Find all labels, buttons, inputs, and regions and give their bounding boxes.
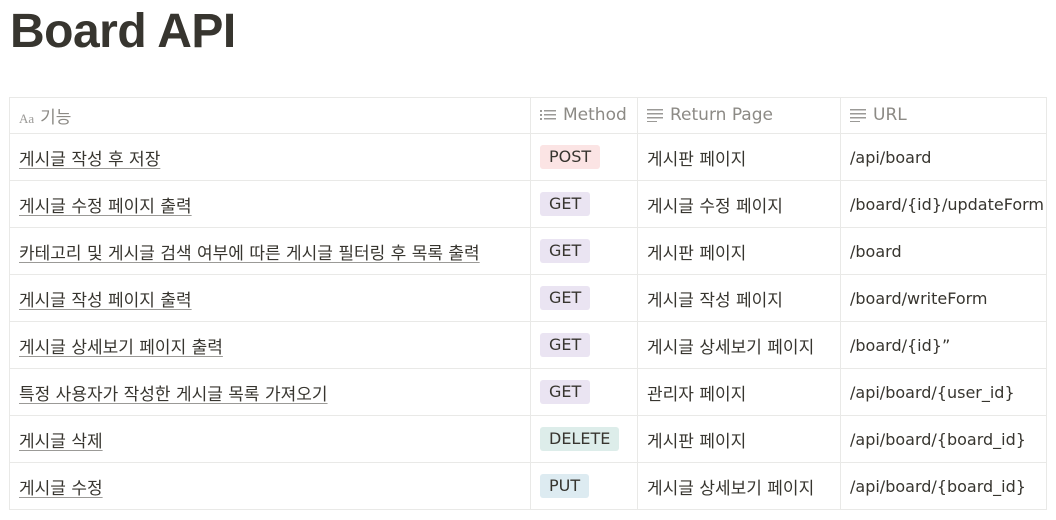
url-cell[interactable]: /board/{id}” xyxy=(840,321,1047,369)
return-page-cell[interactable]: 게시판 페이지 xyxy=(637,415,841,463)
method-tag: GET xyxy=(540,286,591,310)
feature-link[interactable]: 게시글 상세보기 페이지 출력 xyxy=(19,338,223,358)
column-header-return-page[interactable]: Return Page xyxy=(637,97,841,134)
text-lines-icon xyxy=(850,107,866,127)
method-cell[interactable]: GET xyxy=(530,321,638,369)
method-cell[interactable]: DELETE xyxy=(530,415,638,463)
method-cell[interactable]: GET xyxy=(530,368,638,416)
api-table: Aa 기능 Method Return Page URL 게시글 작성 후 저장… xyxy=(9,97,1047,510)
text-lines-icon xyxy=(647,107,663,127)
method-cell[interactable]: GET xyxy=(530,274,638,322)
feature-link[interactable]: 게시글 삭제 xyxy=(19,432,103,452)
column-header-label: Return Page xyxy=(670,104,773,125)
url-cell[interactable]: /board/{id}/updateForm xyxy=(840,180,1047,228)
title-aa-icon: Aa xyxy=(19,111,35,126)
url-cell[interactable]: /api/board/{user_id} xyxy=(840,368,1047,416)
page: Board API Aa 기능 Method Return Page URL 게… xyxy=(0,0,1056,520)
url-cell[interactable]: /board xyxy=(840,227,1047,275)
feature-link[interactable]: 게시글 작성 페이지 출력 xyxy=(19,291,192,311)
table-row: 게시글 수정 PUT 게시글 상세보기 페이지 /api/board/{boar… xyxy=(9,462,1047,510)
return-page-cell[interactable]: 게시판 페이지 xyxy=(637,133,841,181)
table-row: 게시글 상세보기 페이지 출력 GET 게시글 상세보기 페이지 /board/… xyxy=(9,321,1047,369)
feature-cell[interactable]: 게시글 작성 후 저장 xyxy=(9,133,531,181)
url-cell[interactable]: /api/board/{board_id} xyxy=(840,415,1047,463)
method-tag: POST xyxy=(540,145,601,169)
url-cell[interactable]: /board/writeForm xyxy=(840,274,1047,322)
feature-cell[interactable]: 게시글 작성 페이지 출력 xyxy=(9,274,531,322)
feature-cell[interactable]: 게시글 수정 xyxy=(9,462,531,510)
return-page-cell[interactable]: 게시글 상세보기 페이지 xyxy=(637,321,841,369)
url-cell[interactable]: /api/board/{board_id} xyxy=(840,462,1047,510)
return-page-cell[interactable]: 게시글 상세보기 페이지 xyxy=(637,462,841,510)
method-cell[interactable]: POST xyxy=(530,133,638,181)
method-cell[interactable]: GET xyxy=(530,180,638,228)
column-header-method[interactable]: Method xyxy=(530,97,638,134)
feature-cell[interactable]: 특정 사용자가 작성한 게시글 목록 가져오기 xyxy=(9,368,531,416)
method-tag: GET xyxy=(540,380,591,404)
method-cell[interactable]: GET xyxy=(530,227,638,275)
feature-cell[interactable]: 게시글 상세보기 페이지 출력 xyxy=(9,321,531,369)
feature-cell[interactable]: 카테고리 및 게시글 검색 여부에 따른 게시글 필터링 후 목록 출력 xyxy=(9,227,531,275)
feature-link[interactable]: 게시글 수정 페이지 출력 xyxy=(19,197,192,217)
method-tag: PUT xyxy=(540,474,590,498)
method-tag: GET xyxy=(540,333,591,357)
feature-link[interactable]: 게시글 작성 후 저장 xyxy=(19,150,160,170)
list-icon xyxy=(540,107,556,127)
column-header-label: URL xyxy=(873,104,907,125)
feature-cell[interactable]: 게시글 수정 페이지 출력 xyxy=(9,180,531,228)
table-header-row: Aa 기능 Method Return Page URL xyxy=(9,97,1047,134)
return-page-cell[interactable]: 관리자 페이지 xyxy=(637,368,841,416)
table-row: 게시글 작성 후 저장 POST 게시판 페이지 /api/board xyxy=(9,133,1047,181)
table-row: 게시글 삭제 DELETE 게시판 페이지 /api/board/{board_… xyxy=(9,415,1047,463)
feature-link[interactable]: 게시글 수정 xyxy=(19,479,103,499)
return-page-cell[interactable]: 게시글 수정 페이지 xyxy=(637,180,841,228)
table-row: 카테고리 및 게시글 검색 여부에 따른 게시글 필터링 후 목록 출력 GET… xyxy=(9,227,1047,275)
return-page-cell[interactable]: 게시글 작성 페이지 xyxy=(637,274,841,322)
method-cell[interactable]: PUT xyxy=(530,462,638,510)
feature-link[interactable]: 특정 사용자가 작성한 게시글 목록 가져오기 xyxy=(19,385,328,405)
column-header-url[interactable]: URL xyxy=(840,97,1047,134)
column-header-label: 기능 xyxy=(40,108,72,128)
method-tag: DELETE xyxy=(540,427,620,451)
table-row: 특정 사용자가 작성한 게시글 목록 가져오기 GET 관리자 페이지 /api… xyxy=(9,368,1047,416)
method-tag: GET xyxy=(540,192,591,216)
table-row: 게시글 작성 페이지 출력 GET 게시글 작성 페이지 /board/writ… xyxy=(9,274,1047,322)
return-page-cell[interactable]: 게시판 페이지 xyxy=(637,227,841,275)
method-tag: GET xyxy=(540,239,591,263)
column-header-feature[interactable]: Aa 기능 xyxy=(9,97,531,134)
table-row: 게시글 수정 페이지 출력 GET 게시글 수정 페이지 /board/{id}… xyxy=(9,180,1047,228)
url-cell[interactable]: /api/board xyxy=(840,133,1047,181)
page-title: Board API xyxy=(10,5,236,58)
feature-cell[interactable]: 게시글 삭제 xyxy=(9,415,531,463)
column-header-label: Method xyxy=(563,104,627,125)
feature-link[interactable]: 카테고리 및 게시글 검색 여부에 따른 게시글 필터링 후 목록 출력 xyxy=(19,244,480,264)
